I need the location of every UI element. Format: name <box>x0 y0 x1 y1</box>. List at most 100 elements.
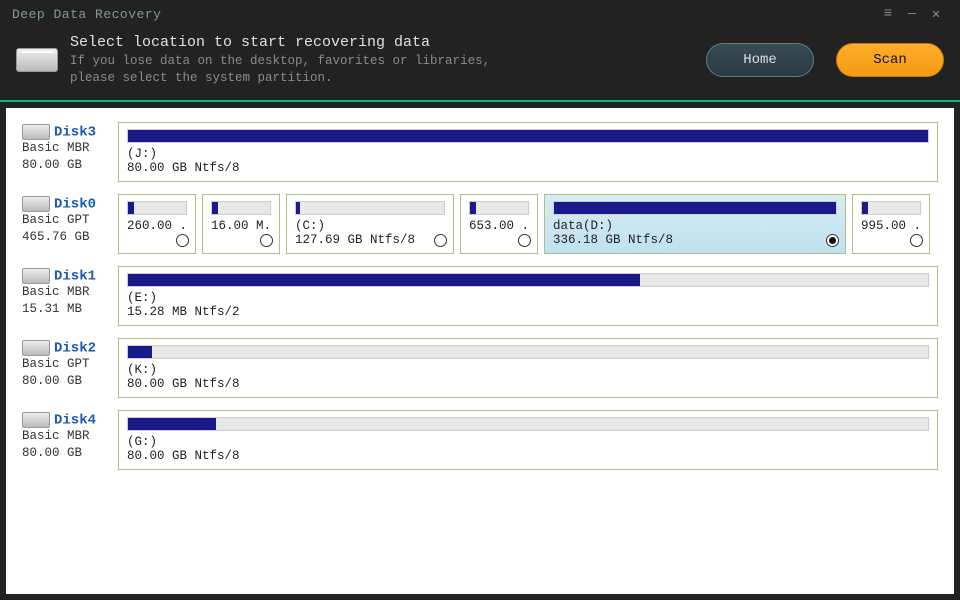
partition-label: (J:) <box>127 147 929 161</box>
drive-icon <box>22 124 50 140</box>
partition-detail: 16.00 M. <box>211 219 271 233</box>
titlebar: Deep Data Recovery ≡ — ✕ <box>0 0 960 28</box>
partition-radio[interactable] <box>434 234 447 247</box>
partition[interactable]: 995.00 . <box>852 194 930 254</box>
usage-fill <box>554 202 836 214</box>
usage-fill <box>128 418 216 430</box>
separator <box>0 100 960 102</box>
usage-bar <box>127 201 187 215</box>
app-title: Deep Data Recovery <box>12 7 161 22</box>
partitions: (E:)15.28 MB Ntfs/2 <box>118 266 938 326</box>
disk-list: Disk3Basic MBR80.00 GB(J:)80.00 GB Ntfs/… <box>6 108 954 594</box>
minimize-icon[interactable]: — <box>900 4 924 24</box>
partition[interactable]: 653.00 . <box>460 194 538 254</box>
partition-radio[interactable] <box>518 234 531 247</box>
usage-bar <box>553 201 837 215</box>
usage-fill <box>128 130 928 142</box>
drive-icon <box>22 412 50 428</box>
partition[interactable]: data(D:)336.18 GB Ntfs/8 <box>544 194 846 254</box>
disk-size: 465.76 GB <box>22 229 114 246</box>
partition-detail: 336.18 GB Ntfs/8 <box>553 233 837 247</box>
disk-name: Disk0 <box>22 196 114 212</box>
partitions: (J:)80.00 GB Ntfs/8 <box>118 122 938 182</box>
disk-type: Basic MBR <box>22 428 114 445</box>
partitions: (K:)80.00 GB Ntfs/8 <box>118 338 938 398</box>
partition[interactable]: 260.00 . <box>118 194 196 254</box>
page-title: Select location to start recovering data <box>70 34 694 51</box>
disk-row: Disk0Basic GPT465.76 GB 260.00 . 16.00 M. (… <box>22 194 938 254</box>
partition-detail: 80.00 GB Ntfs/8 <box>127 449 929 463</box>
disk-info: Disk3Basic MBR80.00 GB <box>22 122 114 182</box>
partition-label: (G:) <box>127 435 929 449</box>
partition-detail: 80.00 GB Ntfs/8 <box>127 377 929 391</box>
partition[interactable]: (K:)80.00 GB Ntfs/8 <box>118 338 938 398</box>
disk-size: 80.00 GB <box>22 157 114 174</box>
partition[interactable]: 16.00 M. <box>202 194 280 254</box>
partition-radio[interactable] <box>826 234 839 247</box>
partition-radio[interactable] <box>260 234 273 247</box>
usage-bar <box>469 201 529 215</box>
disk-info: Disk4Basic MBR80.00 GB <box>22 410 114 470</box>
usage-fill <box>128 274 640 286</box>
usage-fill <box>470 202 476 214</box>
disk-type: Basic MBR <box>22 140 114 157</box>
disk-name: Disk1 <box>22 268 114 284</box>
partition-label: data(D:) <box>553 219 837 233</box>
usage-bar <box>127 129 929 143</box>
usage-fill <box>128 346 152 358</box>
disk-name: Disk2 <box>22 340 114 356</box>
partition-detail: 260.00 . <box>127 219 187 233</box>
usage-fill <box>862 202 868 214</box>
partitions: (G:)80.00 GB Ntfs/8 <box>118 410 938 470</box>
partition[interactable]: (G:)80.00 GB Ntfs/8 <box>118 410 938 470</box>
menu-icon[interactable]: ≡ <box>876 4 900 24</box>
disk-row: Disk1Basic MBR15.31 MB(E:)15.28 MB Ntfs/… <box>22 266 938 326</box>
usage-fill <box>212 202 218 214</box>
partition-detail: 80.00 GB Ntfs/8 <box>127 161 929 175</box>
usage-fill <box>296 202 300 214</box>
partition-detail: 127.69 GB Ntfs/8 <box>295 233 445 247</box>
header-text: Select location to start recovering data… <box>70 34 694 86</box>
disk-type: Basic MBR <box>22 284 114 301</box>
partition-radio[interactable] <box>176 234 189 247</box>
drive-icon <box>16 48 58 72</box>
disk-info: Disk0Basic GPT465.76 GB <box>22 194 114 254</box>
partitions: 260.00 . 16.00 M. (C:)127.69 GB Ntfs/8 653.… <box>118 194 938 254</box>
usage-bar <box>127 273 929 287</box>
drive-icon <box>22 268 50 284</box>
partition[interactable]: (J:)80.00 GB Ntfs/8 <box>118 122 938 182</box>
partition-label: (E:) <box>127 291 929 305</box>
partition-detail: 653.00 . <box>469 219 529 233</box>
disk-type: Basic GPT <box>22 212 114 229</box>
partition-label: (K:) <box>127 363 929 377</box>
scan-button[interactable]: Scan <box>836 43 944 77</box>
close-icon[interactable]: ✕ <box>924 4 948 24</box>
partition-radio[interactable] <box>910 234 923 247</box>
disk-row: Disk4Basic MBR80.00 GB(G:)80.00 GB Ntfs/… <box>22 410 938 470</box>
usage-fill <box>128 202 134 214</box>
drive-icon <box>22 196 50 212</box>
drive-icon <box>22 340 50 356</box>
disk-info: Disk1Basic MBR15.31 MB <box>22 266 114 326</box>
usage-bar <box>127 345 929 359</box>
home-button[interactable]: Home <box>706 43 814 77</box>
disk-info: Disk2Basic GPT80.00 GB <box>22 338 114 398</box>
header: Select location to start recovering data… <box>0 28 960 100</box>
disk-size: 15.31 MB <box>22 301 114 318</box>
usage-bar <box>127 417 929 431</box>
page-subtitle: If you lose data on the desktop, favorit… <box>70 53 694 86</box>
partition-detail: 15.28 MB Ntfs/2 <box>127 305 929 319</box>
disk-size: 80.00 GB <box>22 373 114 390</box>
partition-detail: 995.00 . <box>861 219 921 233</box>
disk-type: Basic GPT <box>22 356 114 373</box>
disk-name: Disk4 <box>22 412 114 428</box>
partition-label: (C:) <box>295 219 445 233</box>
usage-bar <box>295 201 445 215</box>
disk-name: Disk3 <box>22 124 114 140</box>
usage-bar <box>211 201 271 215</box>
disk-row: Disk2Basic GPT80.00 GB(K:)80.00 GB Ntfs/… <box>22 338 938 398</box>
disk-size: 80.00 GB <box>22 445 114 462</box>
partition[interactable]: (C:)127.69 GB Ntfs/8 <box>286 194 454 254</box>
disk-row: Disk3Basic MBR80.00 GB(J:)80.00 GB Ntfs/… <box>22 122 938 182</box>
partition[interactable]: (E:)15.28 MB Ntfs/2 <box>118 266 938 326</box>
